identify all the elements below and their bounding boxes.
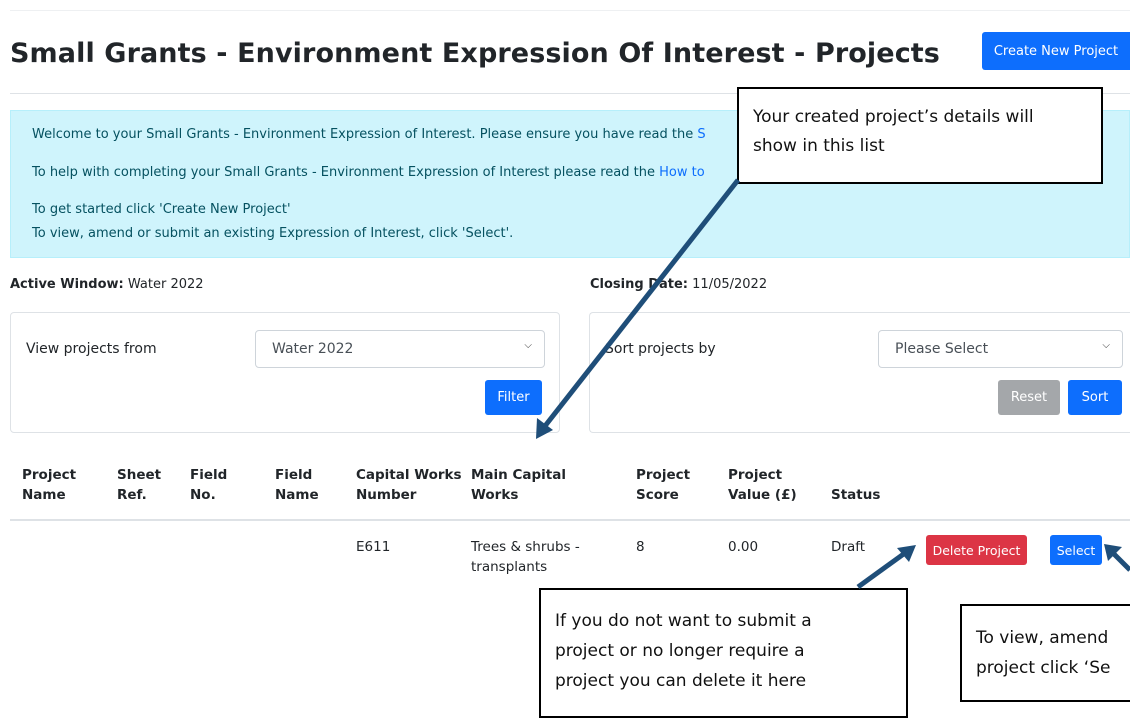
arrow-to-delete-button [856, 550, 907, 590]
arrow-to-select-button [1112, 552, 1130, 572]
arrow-to-project-list [543, 178, 740, 428]
annotation-arrows [536, 178, 1130, 590]
